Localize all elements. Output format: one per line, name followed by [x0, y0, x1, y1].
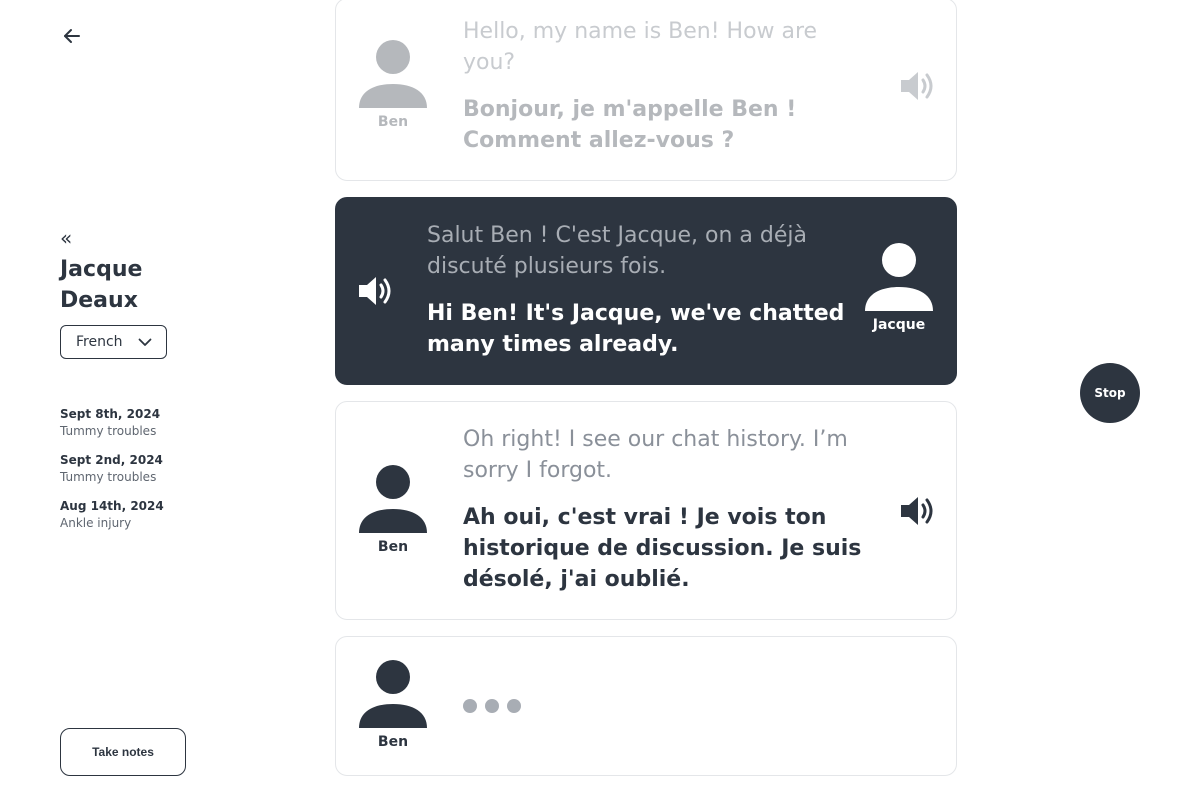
- history-date: Sept 8th, 2024: [60, 407, 161, 421]
- message-card-typing: Ben: [335, 636, 957, 776]
- message-card: Ben Oh right! I see our chat history. I’…: [335, 401, 957, 620]
- language-select[interactable]: French: [60, 325, 167, 359]
- history-topic: Ankle injury: [60, 516, 132, 530]
- play-audio-button[interactable]: [899, 68, 935, 104]
- history-item[interactable]: Sept 2nd, 2024 Tummy troubles: [60, 452, 240, 486]
- translated-text: Hi Ben! It's Jacque, we've chatted many …: [427, 301, 845, 357]
- history-date: Sept 2nd, 2024: [60, 453, 163, 467]
- history-date: Aug 14th, 2024: [60, 499, 164, 513]
- back-button[interactable]: [60, 24, 84, 48]
- language-select-value: French: [76, 334, 123, 350]
- user-icon: [359, 465, 427, 533]
- typing-dot: [485, 699, 499, 713]
- original-text: Salut Ben ! C'est Jacque, on a déjà disc…: [427, 223, 807, 279]
- speaker-icon: [359, 277, 391, 305]
- message-text: Hello, my name is Ben! How are you? Bonj…: [463, 16, 863, 156]
- stop-button[interactable]: Stop: [1080, 363, 1140, 423]
- message-text: Salut Ben ! C'est Jacque, on a déjà disc…: [427, 220, 847, 360]
- chevron-down-icon: [138, 338, 152, 346]
- patient-name: Jacque Deaux: [60, 257, 143, 313]
- message-text: Oh right! I see our chat history. I’m so…: [463, 424, 883, 595]
- speaker-name: Ben: [377, 114, 409, 130]
- speaker-name: Ben: [377, 734, 409, 750]
- history-item[interactable]: Sept 8th, 2024 Tummy troubles: [60, 406, 240, 440]
- speaker-name: Ben: [377, 539, 409, 555]
- typing-indicator: [463, 699, 521, 713]
- speaker-icon: [901, 72, 933, 100]
- double-chevron-left-icon[interactable]: «: [60, 228, 240, 248]
- speaker-icon: [901, 497, 933, 525]
- original-text: Oh right! I see our chat history. I’m so…: [463, 427, 848, 483]
- speaker-avatar: Ben: [358, 465, 428, 555]
- play-audio-button[interactable]: [357, 273, 393, 309]
- user-icon: [359, 40, 427, 108]
- user-icon: [359, 660, 427, 728]
- sidebar: « Jacque Deaux French Sept 8th, 2024 Tum…: [60, 228, 240, 544]
- user-icon: [865, 243, 933, 311]
- history-item[interactable]: Aug 14th, 2024 Ankle injury: [60, 498, 240, 532]
- translated-text: Bonjour, je m'appelle Ben ! Comment alle…: [463, 97, 797, 153]
- history-topic: Tummy troubles: [60, 424, 157, 438]
- typing-dot: [463, 699, 477, 713]
- take-notes-button[interactable]: Take notes: [60, 728, 186, 776]
- message-card: Ben Hello, my name is Ben! How are you? …: [335, 0, 957, 181]
- original-text: Hello, my name is Ben! How are you?: [463, 19, 818, 75]
- speaker-name: Jacque: [872, 317, 926, 333]
- speaker-avatar: Jacque: [864, 243, 934, 333]
- typing-dot: [507, 699, 521, 713]
- translated-text: Ah oui, c'est vrai ! Je vois ton histori…: [463, 505, 862, 592]
- speaker-avatar: Ben: [358, 660, 428, 750]
- speaker-avatar: Ben: [358, 40, 428, 130]
- session-history: Sept 8th, 2024 Tummy troubles Sept 2nd, …: [60, 406, 240, 532]
- play-audio-button[interactable]: [899, 493, 935, 529]
- message-card-active: Salut Ben ! C'est Jacque, on a déjà disc…: [335, 197, 957, 385]
- history-topic: Tummy troubles: [60, 470, 157, 484]
- arrow-left-icon: [64, 29, 80, 43]
